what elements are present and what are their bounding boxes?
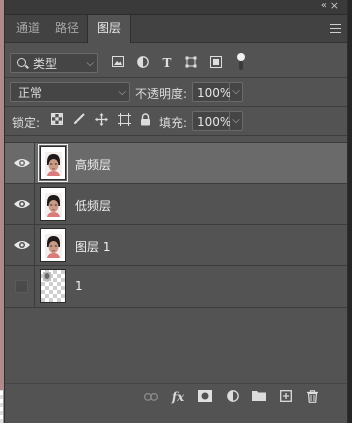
link-layers-icon[interactable] xyxy=(144,390,158,404)
layer-row-high-frequency[interactable]: 高频层 xyxy=(5,142,347,184)
blend-row: 正常 ⌵ 不透明度: 100% ⌵ xyxy=(5,79,347,105)
pixel-filter-icon[interactable] xyxy=(111,56,125,70)
lock-transparent-icon[interactable] xyxy=(50,113,64,127)
layer-name[interactable]: 图层 1 xyxy=(75,238,110,255)
visibility-eye-icon[interactable] xyxy=(12,194,32,214)
shape-filter-icon[interactable] xyxy=(184,56,198,70)
visibility-eye-icon[interactable] xyxy=(12,235,32,255)
search-icon xyxy=(17,58,26,67)
layer-thumbnail xyxy=(40,228,66,262)
filter-toggle-icon[interactable] xyxy=(237,53,245,71)
layers-panel: « × 通道 路径 图层 类型 ⌵ T 正常 ⌵ 不透明度: 100% ⌵ 锁定… xyxy=(4,0,348,423)
filter-kind-select[interactable]: 类型 ⌵ xyxy=(10,53,98,73)
mask-icon[interactable] xyxy=(198,390,212,404)
lock-position-icon[interactable] xyxy=(94,113,108,127)
collapse-panel-icon[interactable]: « xyxy=(321,0,327,11)
layer-thumbnail xyxy=(40,187,66,221)
fill-input[interactable]: 100% xyxy=(192,111,231,131)
panel-menu-icon[interactable] xyxy=(330,21,341,36)
lock-artboard-icon[interactable] xyxy=(117,113,131,127)
layer-row-layer-1[interactable]: 图层 1 xyxy=(5,224,347,266)
layer-name[interactable]: 1 xyxy=(75,279,83,293)
layer-thumbnail xyxy=(38,144,68,182)
panel-tabs: 通道 路径 图层 xyxy=(5,15,347,43)
filter-kind-label: 类型 xyxy=(33,57,58,71)
smart-object-filter-icon[interactable] xyxy=(209,56,223,70)
layer-name[interactable]: 低频层 xyxy=(75,197,111,214)
fx-icon[interactable]: fx xyxy=(171,390,185,404)
tab-layers[interactable]: 图层 xyxy=(87,15,132,43)
lock-label: 锁定: xyxy=(12,116,41,130)
opacity-input[interactable]: 100% xyxy=(192,82,231,102)
tab-channels[interactable]: 通道 xyxy=(7,15,49,42)
layers-footer-toolbar: fx xyxy=(5,383,347,410)
opacity-dropdown-button[interactable]: ⌵ xyxy=(230,82,243,102)
panel-title-bar[interactable]: « × xyxy=(5,0,347,15)
lock-all-icon[interactable] xyxy=(138,113,152,127)
layer-row-1[interactable]: 1 xyxy=(5,265,347,308)
text-filter-icon[interactable]: T xyxy=(160,56,174,70)
fill-dropdown-button[interactable]: ⌵ xyxy=(230,111,243,131)
new-group-icon[interactable] xyxy=(252,390,266,404)
visibility-toggle-off[interactable] xyxy=(15,280,28,293)
new-layer-icon[interactable] xyxy=(279,390,293,404)
close-panel-icon[interactable]: × xyxy=(330,0,339,12)
visibility-eye-icon[interactable] xyxy=(12,153,32,173)
delete-icon[interactable] xyxy=(305,390,319,404)
fill-label: 填充: xyxy=(159,116,188,130)
layer-filter-row: 类型 ⌵ T xyxy=(5,50,347,76)
chevron-down-icon: ⌵ xyxy=(118,87,126,98)
layer-row-low-frequency[interactable]: 低频层 xyxy=(5,183,347,225)
canvas-edge-checker xyxy=(0,390,3,423)
chevron-down-icon: ⌵ xyxy=(86,58,94,69)
blend-mode-value: 正常 xyxy=(18,86,43,100)
layer-thumbnail-transparent xyxy=(40,269,66,303)
layers-list: 高频层 低频层 图层 1 1 xyxy=(5,137,347,383)
opacity-label: 不透明度: xyxy=(135,87,188,101)
layer-name[interactable]: 高频层 xyxy=(75,156,111,173)
adjustment-layer-icon[interactable] xyxy=(226,390,240,404)
lock-row: 锁定: 填充: 100% ⌵ xyxy=(5,108,347,134)
adjustment-filter-icon[interactable] xyxy=(136,56,150,70)
tab-paths[interactable]: 路径 xyxy=(46,15,88,42)
lock-image-icon[interactable] xyxy=(72,113,86,127)
blend-mode-select[interactable]: 正常 ⌵ xyxy=(10,82,130,102)
